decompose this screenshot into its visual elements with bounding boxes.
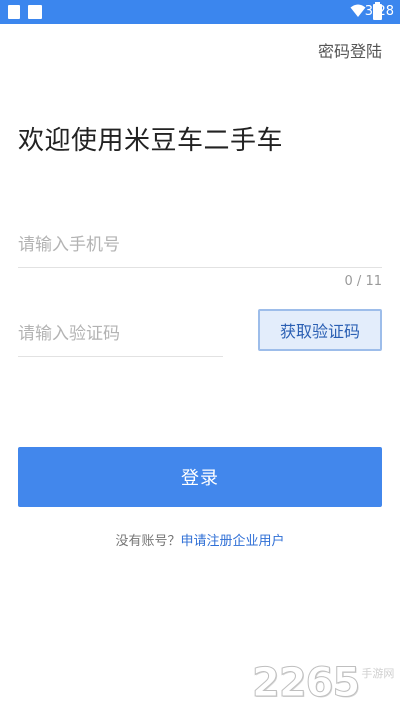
verification-code-input[interactable] [18,314,223,354]
password-login-link[interactable]: 密码登陆 [318,38,382,62]
register-row: 没有账号？申请注册企业用户 [0,530,400,549]
watermark-text: 手游网 [361,667,395,680]
watermark-number: 2265 [251,660,360,706]
phone-char-counter: 0 / 11 [344,274,382,289]
phone-input[interactable] [18,225,382,265]
register-question: 没有账号？ [115,534,181,549]
login-button[interactable]: 登录 [18,447,382,507]
page-title: 欢迎使用米豆车二手车 [18,126,284,156]
watermark-logo: 2265 手游网 [251,655,395,706]
notification-icon [8,5,20,19]
wifi-icon [350,4,366,17]
phone-input-underline [18,267,382,268]
status-time: 3:28 [364,4,394,19]
status-bar: 3:28 [0,0,400,24]
code-input-underline [18,356,223,357]
notification-icon-2 [28,5,42,19]
get-verification-code-button[interactable]: 获取验证码 [258,309,382,351]
register-enterprise-link[interactable]: 申请注册企业用户 [181,534,285,549]
